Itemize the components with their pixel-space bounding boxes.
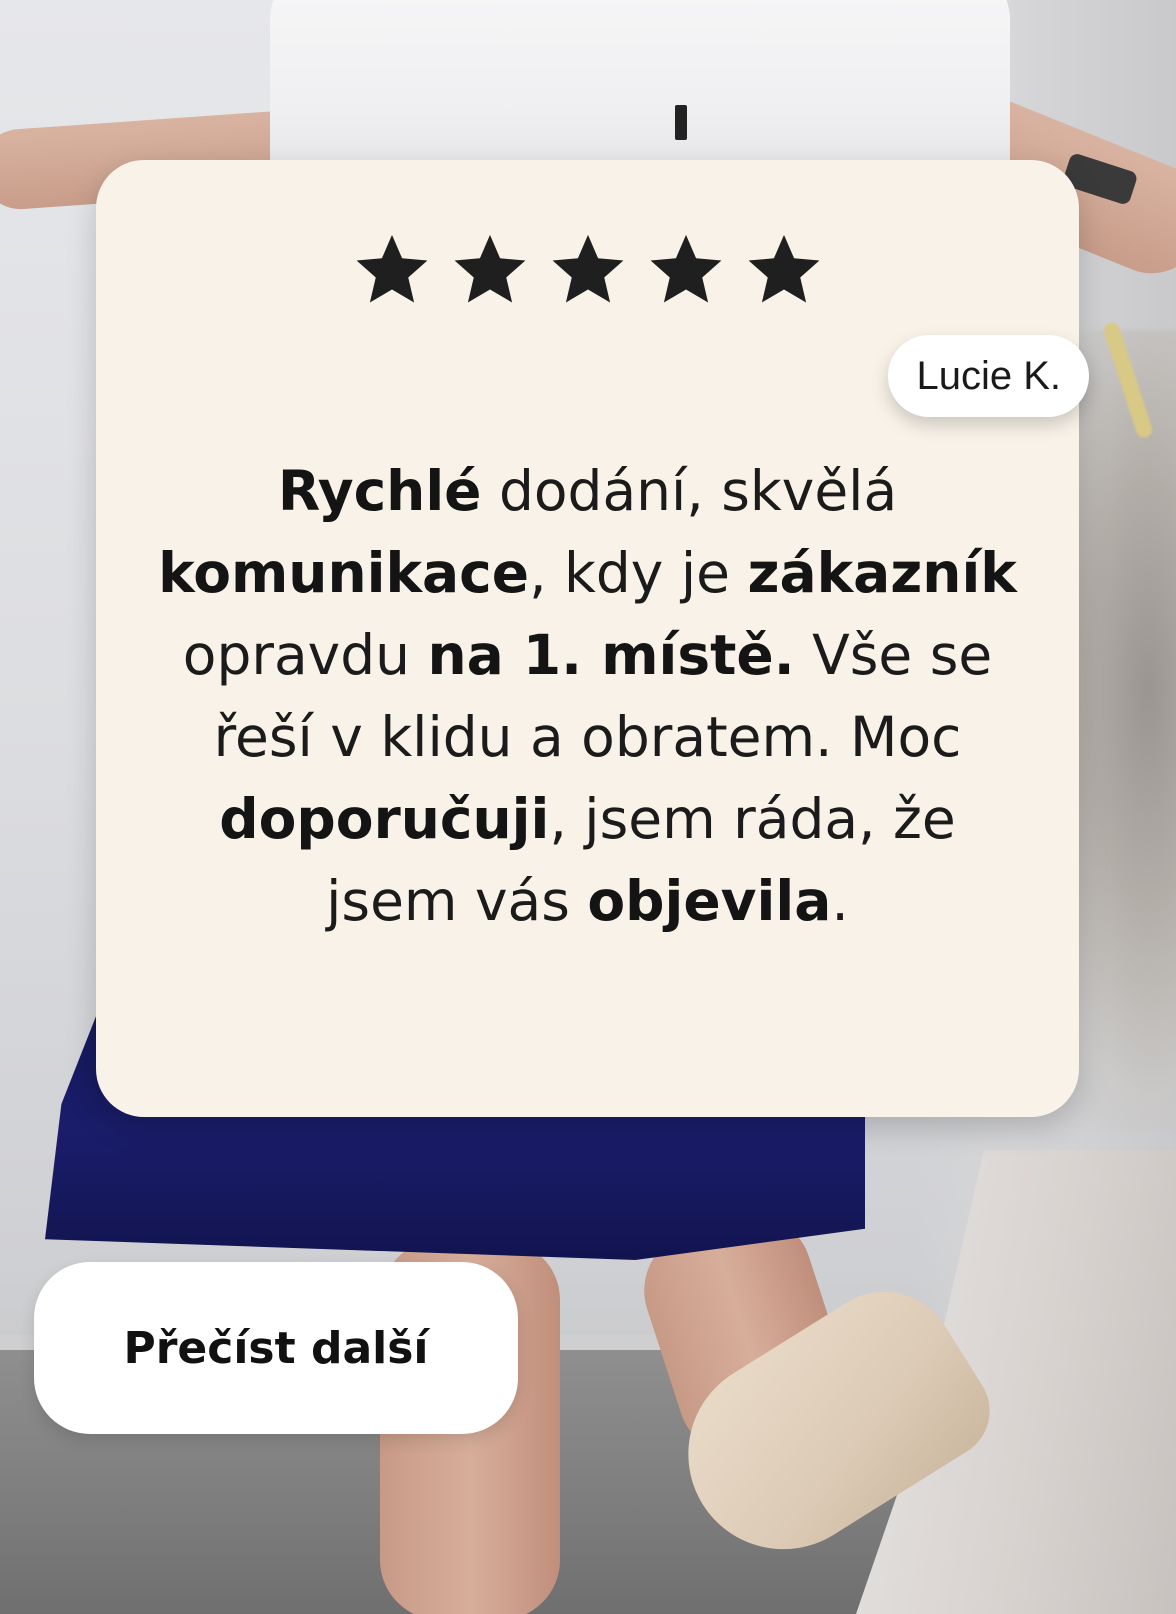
star-icon: [745, 230, 823, 308]
star-icon: [549, 230, 627, 308]
review-text-line: jsem vás objevila.: [136, 860, 1039, 942]
review-text-emphasis: komunikace: [158, 541, 530, 605]
review-text-segment: , jsem ráda, že: [549, 787, 956, 851]
review-text-segment: řeší v klidu a obratem. Moc: [213, 705, 962, 769]
star-rating: [96, 230, 1079, 308]
review-card: Lucie K. Rychlé dodání, skvělá komunikace…: [96, 160, 1089, 1117]
review-text-line: opravdu na 1. místě. Vše se: [136, 614, 1039, 696]
review-text-line: řeší v klidu a obratem. Moc: [136, 696, 1039, 778]
star-icon: [451, 230, 529, 308]
review-text-segment: Vše se: [794, 623, 993, 687]
star-icon: [647, 230, 725, 308]
review-text: Rychlé dodání, skvělá komunikace, kdy je …: [136, 450, 1039, 942]
review-text-segment: jsem vás: [326, 869, 588, 933]
review-text-segment: , kdy je: [529, 541, 748, 605]
shirt-label-tag: [675, 105, 687, 140]
read-more-label: Přečíst další: [123, 1322, 429, 1374]
review-text-line: doporučuji, jsem ráda, že: [136, 778, 1039, 860]
reviewer-name: Lucie K.: [916, 353, 1061, 398]
review-text-line: Rychlé dodání, skvělá: [136, 450, 1039, 532]
review-text-line: komunikace, kdy je zákazník: [136, 532, 1039, 614]
review-text-emphasis: na 1. místě.: [427, 623, 795, 687]
review-text-emphasis: objevila: [587, 869, 832, 933]
reviewer-name-badge: Lucie K.: [888, 335, 1089, 417]
star-icon: [353, 230, 431, 308]
review-text-segment: opravdu: [182, 623, 428, 687]
review-text-emphasis: Rychlé: [277, 459, 482, 523]
review-text-segment: .: [831, 869, 849, 933]
review-text-emphasis: doporučuji: [219, 787, 550, 851]
white-shirt: [270, 0, 1010, 180]
review-text-segment: dodání, skvělá: [481, 459, 898, 523]
read-more-button[interactable]: Přečíst další: [34, 1262, 518, 1434]
review-text-emphasis: zákazník: [747, 541, 1017, 605]
